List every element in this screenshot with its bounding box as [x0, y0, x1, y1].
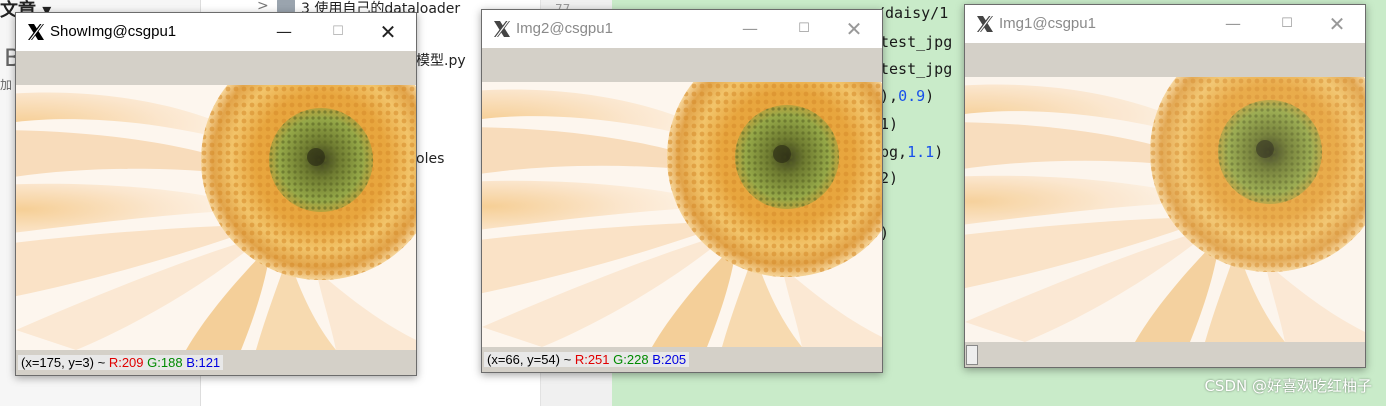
- pixel-status-bar: [965, 343, 1365, 367]
- window-titlebar[interactable]: ShowImg@csgpu1 — ☐ ✕: [16, 13, 416, 51]
- showimg-window[interactable]: ShowImg@csgpu1 — ☐ ✕ (x=175, y=3) ~ R:20…: [15, 12, 417, 376]
- csdn-watermark: CSDN @好喜欢吃红柚子: [1204, 377, 1372, 395]
- image-display[interactable]: [482, 82, 882, 347]
- image-display[interactable]: [965, 77, 1365, 342]
- window-toolbar: [482, 48, 882, 83]
- flower-image: [16, 85, 416, 350]
- pixel-status-bar: (x=66, y=54) ~ R:251 G:228 B:205: [482, 348, 882, 372]
- window-title: Img1@csgpu1: [999, 15, 1096, 32]
- window-titlebar[interactable]: Img2@csgpu1 — ☐ ✕: [482, 10, 882, 48]
- close-button[interactable]: ✕: [368, 19, 408, 45]
- green-value: G:188: [147, 355, 183, 370]
- window-title: ShowImg@csgpu1: [50, 23, 177, 40]
- pixel-status-bar: (x=175, y=3) ~ R:209 G:188 B:121: [16, 351, 416, 375]
- maximize-button[interactable]: ☐: [784, 16, 824, 42]
- maximize-button[interactable]: ☐: [1267, 11, 1307, 37]
- blue-value: B:121: [186, 355, 221, 370]
- tree-item-file[interactable]: 模型.py: [416, 50, 466, 70]
- code-line: /daisy/1: [876, 4, 949, 22]
- window-toolbar: [965, 43, 1365, 78]
- window-toolbar: [16, 51, 416, 86]
- red-value: R:209: [108, 355, 144, 370]
- code-line: test_jpg: [880, 33, 953, 51]
- minimize-button[interactable]: —: [1213, 11, 1253, 37]
- cursor-coords: (x=66, y=54) ~: [487, 352, 575, 367]
- img1-window[interactable]: Img1@csgpu1 — ☐ ✕: [964, 4, 1366, 368]
- code-line: test_jpg: [880, 60, 953, 78]
- maximize-button[interactable]: ☐: [318, 19, 358, 45]
- image-display[interactable]: [16, 85, 416, 350]
- green-value: G:228: [613, 352, 649, 367]
- blue-value: B:205: [652, 352, 687, 367]
- img2-window[interactable]: Img2@csgpu1 — ☐ ✕ (x=66, y=54) ~ R:251 G…: [481, 9, 883, 373]
- minimize-button[interactable]: —: [264, 19, 304, 45]
- x11-logo-icon: [494, 21, 510, 37]
- x11-logo-icon: [977, 16, 993, 32]
- close-button[interactable]: ✕: [1317, 11, 1357, 37]
- tree-item-other[interactable]: oles: [416, 151, 444, 167]
- red-value: R:251: [574, 352, 610, 367]
- resize-grip[interactable]: [966, 345, 978, 365]
- window-titlebar[interactable]: Img1@csgpu1 — ☐ ✕: [965, 5, 1365, 43]
- minimize-button[interactable]: —: [730, 16, 770, 42]
- x11-logo-icon: [28, 24, 44, 40]
- cursor-coords: (x=175, y=3) ~: [21, 355, 109, 370]
- close-button[interactable]: ✕: [834, 16, 874, 42]
- code-line: pg,1.1): [880, 143, 944, 161]
- left-fragment-add: 加: [0, 78, 13, 92]
- code-line: ),0.9): [880, 87, 935, 105]
- window-title: Img2@csgpu1: [516, 20, 613, 37]
- flower-image: [965, 77, 1365, 342]
- flower-image: [482, 82, 882, 347]
